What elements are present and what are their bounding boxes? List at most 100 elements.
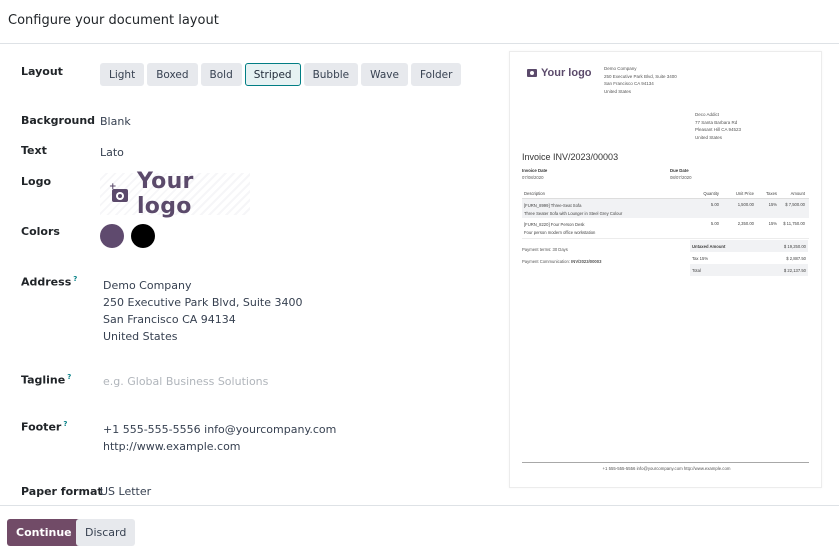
preview-due-date: 08/07/2020 [670,175,692,180]
line-tax: 15% [768,221,777,226]
totals-value: $ 19,250.00 [783,243,806,249]
layout-option-bold[interactable]: Bold [200,63,242,86]
logo-text: Your logo [136,169,194,219]
tagline-label-text: Tagline [21,373,66,387]
payment-comm-label: Payment Communication: [522,259,570,264]
col-unit-price: Unit Price [735,191,754,196]
line-product: [FURN_8999] Three-Seat Sofa [524,203,582,208]
preview-company-line: United States [604,88,632,94]
layout-options: Light Boxed Bold Striped Bubble Wave Fol… [100,63,462,86]
layout-option-bubble[interactable]: Bubble [303,63,359,86]
preview-logo-text: Your logo [541,67,592,79]
layout-label: Layout [21,65,63,78]
line-description: Three Seater Sofa with Lounger in Steel … [524,210,623,216]
layout-option-folder[interactable]: Folder [410,63,462,86]
line-tax: 15% [768,202,777,207]
preview-footer-divider [522,462,809,463]
line-description: Four person modern office workstation [524,229,596,235]
address-label-text: Address [21,275,72,289]
preview-company-address: Demo Company 250 Executive Park Blvd, Su… [604,65,677,95]
address-help-icon[interactable]: ? [73,275,77,283]
preview-table-header: Description Quantity Unit Price Taxes Am… [522,189,809,199]
preview-lines-table: Description Quantity Unit Price Taxes Am… [522,189,809,237]
preview-customer-line: 77 Santa Barbara Rd [695,119,738,125]
preview-company-line: San Francisco CA 94134 [604,81,654,86]
col-amount: Amount [790,191,805,196]
preview-due-date-label: Due Date [670,168,689,173]
totals-row: Untaxed Amount $ 19,250.00 [690,240,808,252]
primary-color-picker[interactable] [100,224,124,248]
address-line: Demo Company [103,279,192,292]
line-product: [FURN_8220] Four Person Desk [524,222,585,227]
dialog-footer: Continue Discard [0,505,839,549]
preview-invoice-date-label: Invoice Date [522,168,548,173]
preview-payment-terms: Payment terms: 30 Days [522,247,568,252]
text-font-label: Text [21,144,47,157]
camera-icon [527,69,537,77]
preview-customer-line: Pleasant Hill CA 94523 [695,127,742,132]
document-preview: Your logo Demo Company 250 Executive Par… [509,51,822,488]
col-taxes: Taxes [766,191,777,196]
layout-option-striped[interactable]: Striped [244,63,301,86]
footer-label: Footer? [21,420,67,434]
footer-line: +1 555-555-5556 info@yourcompany.com [103,423,337,436]
layout-option-boxed[interactable]: Boxed [147,63,198,86]
background-label: Background [21,114,96,127]
continue-button[interactable]: Continue [7,519,81,546]
totals-label: Total [692,267,701,273]
preview-totals: Untaxed Amount $ 19,250.00 Tax 15% $ 2,887… [690,240,808,276]
preview-invoice-title: Invoice INV/2023/00003 [522,152,619,162]
discard-button[interactable]: Discard [76,519,136,546]
preview-customer-line: Deco Addict [695,112,720,117]
preview-footer-text: +1 555-555-5556 info@yourcompany.com htt… [602,466,731,471]
logo-label: Logo [21,175,51,188]
totals-label: Tax 15% [692,255,709,261]
tagline-input[interactable]: e.g. Global Business Solutions [103,375,268,388]
totals-value: $ 22,137.50 [783,267,806,273]
footer-field[interactable]: +1 555-555-5556 info@yourcompany.com htt… [103,421,336,455]
footer-line: http://www.example.com [103,440,241,453]
logo-upload[interactable]: + Your logo [100,169,250,219]
preview-company-line: Demo Company [604,66,637,71]
colors-label: Colors [21,225,60,238]
totals-row: Total $ 22,137.50 [690,264,808,276]
line-qty: 5.00 [710,221,719,226]
totals-label: Untaxed Amount [692,243,726,249]
background-select[interactable]: Blank [100,115,131,128]
preview-customer-line: United States [695,134,723,140]
preview-payment-communication: Payment Communication: INV/2023/00003 [522,259,601,264]
preview-table-row: [FURN_8220] Four Person Desk Four person … [522,218,809,237]
footer-label-text: Footer [21,420,62,434]
tagline-help-icon[interactable]: ? [67,373,71,381]
payment-comm-value: INV/2023/00003 [571,259,602,264]
preview-divider [522,238,809,239]
address-label: Address? [21,275,77,289]
layout-option-light[interactable]: Light [100,63,145,86]
secondary-color-picker[interactable] [131,224,155,248]
line-amount: $ 11,750.00 [783,221,805,226]
line-price: 1,500.00 [737,202,754,207]
tagline-label: Tagline? [21,373,71,387]
totals-row: Tax 15% $ 2,887.50 [690,252,808,264]
address-line: 250 Executive Park Blvd, Suite 3400 [103,296,303,309]
col-description: Description [524,190,545,196]
preview-table-row: [FURN_8999] Three-Seat Sofa Three Seater … [522,199,809,218]
paper-format-select[interactable]: US Letter [100,485,151,498]
address-line: San Francisco CA 94134 [103,313,236,326]
camera-add-icon: + [109,183,129,202]
address-line: United States [103,330,178,343]
line-price: 2,350.00 [737,221,754,226]
footer-help-icon[interactable]: ? [63,420,67,428]
paper-format-label: Paper format [21,485,103,498]
dialog-title: Configure your document layout [8,13,219,28]
line-qty: 5.00 [710,202,719,207]
preview-invoice-date: 07/08/2020 [522,175,544,180]
totals-value: $ 2,887.50 [786,255,806,261]
preview-customer-address: Deco Addict 77 Santa Barbara Rd Pleasant… [695,111,741,141]
text-font-select[interactable]: Lato [100,146,124,159]
dialog-header: Configure your document layout [0,0,839,44]
col-quantity: Quantity [703,191,719,196]
layout-option-wave[interactable]: Wave [361,63,408,86]
preview-logo: Your logo [527,67,592,79]
address-field[interactable]: Demo Company 250 Executive Park Blvd, Su… [103,277,302,345]
